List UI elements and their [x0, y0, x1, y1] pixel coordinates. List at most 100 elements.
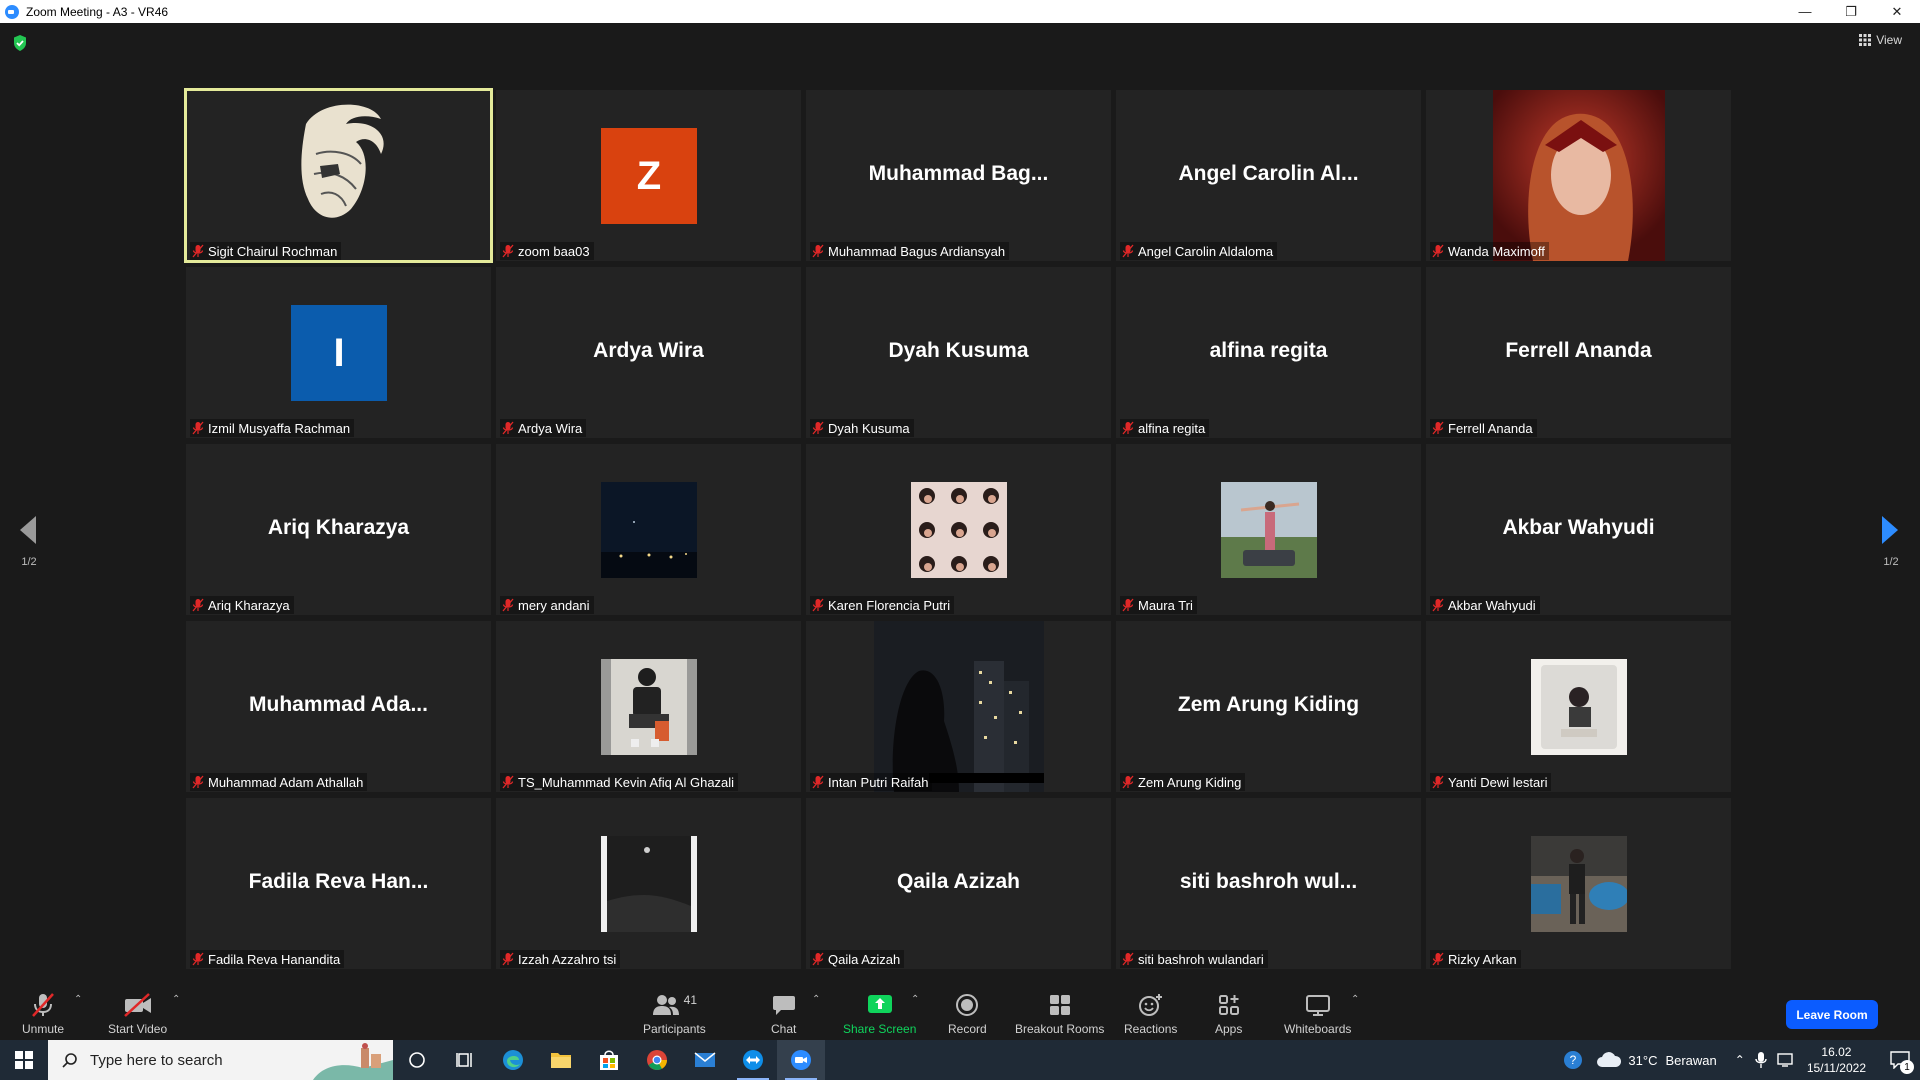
whiteboards-options-caret[interactable]: ⌃ — [1351, 994, 1359, 1005]
participant-name-label: zoom baa03 — [500, 242, 594, 260]
notification-count-badge: 1 — [1900, 1060, 1914, 1074]
participant-initial-avatar: I — [291, 305, 387, 401]
chat-button[interactable]: Chat — [771, 992, 796, 1036]
participant-tile[interactable]: alfina regita alfina regita — [1116, 267, 1421, 438]
windows-logo-icon — [15, 1051, 33, 1069]
participant-tile[interactable]: Fadila Reva Han... Fadila Reva Hanandita — [186, 798, 491, 969]
participant-name: Fadila Reva Hanandita — [208, 951, 341, 967]
start-video-button[interactable]: Start Video — [108, 992, 167, 1036]
muted-mic-icon — [1122, 775, 1134, 789]
store-app[interactable] — [585, 1040, 633, 1080]
video-options-caret[interactable]: ⌃ — [172, 994, 180, 1005]
share-screen-button[interactable]: Share Screen — [843, 992, 916, 1036]
participant-tile[interactable]: Rizky Arkan — [1426, 798, 1731, 969]
view-button[interactable]: View — [1859, 33, 1902, 47]
participant-name: Ariq Kharazya — [208, 597, 290, 613]
muted-mic-icon — [1432, 421, 1444, 435]
close-button[interactable]: ✕ — [1874, 0, 1920, 23]
taskbar-clock[interactable]: 16.02 15/11/2022 — [1807, 1044, 1866, 1076]
store-bag-icon — [600, 1050, 618, 1070]
participant-tile[interactable]: Yanti Dewi lestari — [1426, 621, 1731, 792]
participant-tile[interactable]: Maura Tri — [1116, 444, 1421, 615]
cloudy-weather-icon[interactable] — [1596, 1051, 1622, 1069]
whiteboards-button[interactable]: Whiteboards — [1284, 992, 1351, 1036]
participant-tile[interactable]: Ardya Wira Ardya Wira — [496, 267, 801, 438]
chat-options-caret[interactable]: ⌃ — [812, 994, 820, 1005]
participant-tile[interactable]: Wanda Maximoff — [1426, 90, 1731, 261]
participant-tile[interactable]: Qaila Azizah Qaila Azizah — [806, 798, 1111, 969]
cortana-circle-icon — [409, 1052, 425, 1068]
start-button[interactable] — [0, 1040, 48, 1080]
seated-person-image — [601, 659, 697, 755]
participant-name: Ardya Wira — [518, 420, 583, 436]
teamviewer-app[interactable] — [729, 1040, 777, 1080]
leave-room-button[interactable]: Leave Room — [1786, 1000, 1878, 1029]
minimize-button[interactable]: — — [1782, 0, 1828, 23]
participant-tile[interactable]: TS_Muhammad Kevin Afiq Al Ghazali — [496, 621, 801, 792]
svg-text:?: ? — [1570, 1053, 1577, 1067]
participant-tile[interactable]: siti bashroh wul... siti bashroh wulandar… — [1116, 798, 1421, 969]
apps-icon — [1218, 995, 1239, 1015]
encryption-shield-icon[interactable] — [13, 35, 27, 51]
participant-tile[interactable]: Ariq Kharazya Ariq Kharazya — [186, 444, 491, 615]
notification-center-button[interactable]: 1 — [1880, 1040, 1920, 1080]
participant-tile[interactable]: Akbar Wahyudi Akbar Wahyudi — [1426, 444, 1731, 615]
taskbar-search-box[interactable]: Type here to search — [48, 1040, 393, 1080]
participants-button[interactable]: 41 Participants — [643, 992, 706, 1036]
muted-mic-icon — [502, 598, 514, 612]
participant-tile[interactable]: Muhammad Ada... Muhammad Adam Athallah — [186, 621, 491, 792]
help-icon[interactable]: ? — [1562, 1049, 1584, 1071]
breakout-rooms-button[interactable]: Breakout Rooms — [1015, 992, 1104, 1036]
microphone-muted-icon — [32, 993, 54, 1017]
weather-temperature[interactable]: 31°C — [1628, 1053, 1657, 1068]
participant-tile[interactable]: mery andani — [496, 444, 801, 615]
muted-mic-icon — [192, 598, 204, 612]
unmute-button[interactable]: Unmute — [22, 992, 64, 1036]
participant-tile[interactable]: Ferrell Ananda Ferrell Ananda — [1426, 267, 1731, 438]
participants-icon — [652, 995, 679, 1015]
participant-tile[interactable]: Intan Putri Raifah — [806, 621, 1111, 792]
chat-label: Chat — [771, 1022, 797, 1036]
chrome-app[interactable] — [633, 1040, 681, 1080]
participant-tile[interactable]: Zem Arung Kiding Zem Arung Kiding — [1116, 621, 1421, 792]
participant-display-name: Qaila Azizah — [897, 870, 1020, 893]
microphone-tray-icon[interactable] — [1755, 1051, 1767, 1069]
participant-name-label: TS_Muhammad Kevin Afiq Al Ghazali — [500, 773, 739, 791]
photo-collage-image — [911, 482, 1007, 578]
muted-mic-icon — [812, 244, 824, 258]
participant-name-label: Maura Tri — [1120, 596, 1197, 614]
outdoor-pose-image — [1221, 482, 1317, 578]
participant-tile[interactable]: I Izmil Musyaffa Rachman — [186, 267, 491, 438]
mail-app[interactable] — [681, 1040, 729, 1080]
participant-tile[interactable]: Muhammad Bag... Muhammad Bagus Ardiansyah — [806, 90, 1111, 261]
dark-photo-image — [601, 836, 697, 932]
participant-tile[interactable]: Dyah Kusuma Dyah Kusuma — [806, 267, 1111, 438]
edge-app[interactable] — [489, 1040, 537, 1080]
restore-button[interactable]: ❐ — [1828, 0, 1874, 23]
file-explorer-app[interactable] — [537, 1040, 585, 1080]
apps-button[interactable]: Apps — [1215, 992, 1242, 1036]
show-hidden-icons-caret[interactable]: ⌃ — [1735, 1053, 1745, 1067]
participant-name: Sigit Chairul Rochman — [208, 243, 338, 259]
task-view-button[interactable] — [393, 1040, 441, 1080]
participant-name: Muhammad Adam Athallah — [208, 774, 364, 790]
participant-tile[interactable]: Angel Carolin Al... Angel Carolin Aldalom… — [1116, 90, 1421, 261]
network-icon[interactable] — [1777, 1052, 1795, 1068]
zoom-app[interactable] — [777, 1040, 825, 1080]
participant-name: Izmil Musyaffa Rachman — [208, 420, 351, 436]
reactions-button[interactable]: Reactions — [1124, 992, 1177, 1036]
participant-tile[interactable]: Karen Florencia Putri — [806, 444, 1111, 615]
next-page-button[interactable] — [1876, 512, 1904, 553]
previous-page-button[interactable] — [14, 512, 42, 553]
timeline-button[interactable] — [441, 1040, 489, 1080]
share-options-caret[interactable]: ⌃ — [911, 994, 919, 1005]
record-button[interactable]: Record — [948, 992, 987, 1036]
audio-options-caret[interactable]: ⌃ — [74, 994, 82, 1005]
participant-name-label: Izmil Musyaffa Rachman — [190, 419, 355, 437]
weather-condition[interactable]: Berawan — [1665, 1053, 1716, 1068]
participant-tile[interactable]: Sigit Chairul Rochman — [184, 88, 493, 263]
participant-tile[interactable]: Izzah Azzahro tsi — [496, 798, 801, 969]
participant-tile[interactable]: Zzoom baa03 — [496, 90, 801, 261]
participant-name-label: Intan Putri Raifah — [810, 773, 933, 791]
muted-mic-icon — [1432, 952, 1444, 966]
